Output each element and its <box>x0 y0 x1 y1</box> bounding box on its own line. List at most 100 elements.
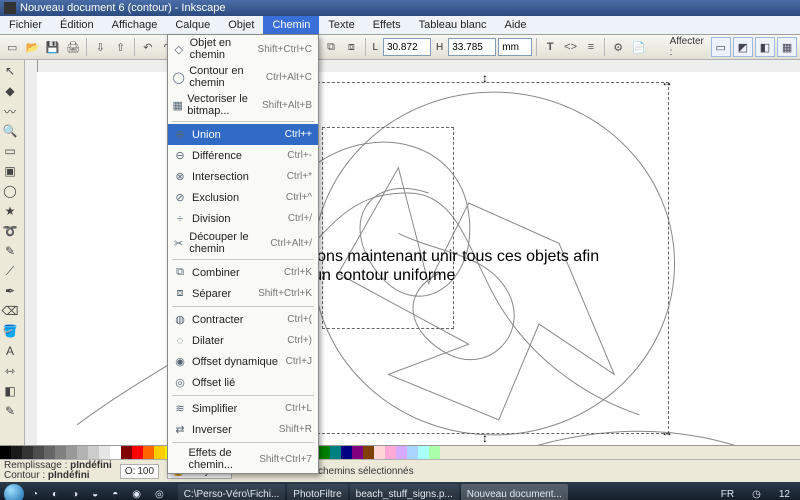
affect-corner-button[interactable]: ◩ <box>733 37 753 57</box>
color-swatch[interactable] <box>319 446 330 459</box>
text-tool-button[interactable]: T <box>541 37 559 57</box>
start-button[interactable] <box>4 484 24 500</box>
tray-icon[interactable]: ◷ <box>746 484 767 500</box>
doc-prefs-button[interactable]: 📄 <box>629 37 647 57</box>
quicklaunch-icon[interactable]: ◓ <box>106 484 124 500</box>
star-tool[interactable]: ★ <box>1 202 19 220</box>
print-button[interactable]: 🖨 <box>64 37 82 57</box>
menu-item-s-parer[interactable]: ⧈SéparerShift+Ctrl+K <box>168 283 318 304</box>
color-swatch[interactable] <box>363 446 374 459</box>
affect-pattern-button[interactable]: ▦ <box>777 37 797 57</box>
color-swatch[interactable] <box>330 446 341 459</box>
menu-effets[interactable]: Effets <box>364 16 410 34</box>
xml-button[interactable]: <> <box>561 37 579 57</box>
color-swatch[interactable] <box>110 446 121 459</box>
quicklaunch-icon[interactable]: ◑ <box>66 484 84 500</box>
select-tool[interactable]: ↖ <box>1 62 19 80</box>
menu-item-combiner[interactable]: ⧉CombinerCtrl+K <box>168 262 318 283</box>
spiral-tool[interactable]: ➰ <box>1 222 19 240</box>
duplicate-button[interactable]: ⧉ <box>322 37 340 57</box>
3dbox-tool[interactable]: ▣ <box>1 162 19 180</box>
text-tool[interactable]: A <box>1 342 19 360</box>
selection-handle[interactable]: ↔ <box>661 425 673 439</box>
import-button[interactable]: ⇩ <box>91 37 109 57</box>
quicklaunch-icon[interactable]: ◎ <box>149 484 170 500</box>
color-swatch[interactable] <box>55 446 66 459</box>
menu-item-exclusion[interactable]: ⊘ExclusionCtrl+^ <box>168 187 318 208</box>
rect-tool[interactable]: ▭ <box>1 142 19 160</box>
quicklaunch-icon[interactable]: ◉ <box>126 484 147 500</box>
bucket-tool[interactable]: 🪣 <box>1 322 19 340</box>
canvas[interactable]: ↔ ↕ ↔ ↔ ↕ ↔ nous allons maintenant unir … <box>37 72 800 445</box>
color-swatch[interactable] <box>154 446 165 459</box>
color-swatch[interactable] <box>0 446 11 459</box>
menu-item-offset-li-[interactable]: ◎Offset lié <box>168 372 318 393</box>
gradient-tool[interactable]: ◧ <box>1 382 19 400</box>
opacity-box[interactable]: O: 100 <box>120 464 159 479</box>
units-field[interactable]: mm <box>498 38 532 56</box>
menu-item-offset-dynamique[interactable]: ◉Offset dynamiqueCtrl+J <box>168 351 318 372</box>
quicklaunch-icon[interactable]: ◐ <box>46 484 64 500</box>
menu-item-division[interactable]: ÷DivisionCtrl+/ <box>168 208 318 229</box>
align-button[interactable]: ≡ <box>582 37 600 57</box>
open-button[interactable]: 📂 <box>23 37 41 57</box>
menu-item-simplifier[interactable]: ≋SimplifierCtrl+L <box>168 398 318 419</box>
menu-item-contour-en-chemin[interactable]: ◯Contour en cheminCtrl+Alt+C <box>168 63 318 91</box>
menu-tableau blanc[interactable]: Tableau blanc <box>410 16 496 34</box>
color-swatch[interactable] <box>385 446 396 459</box>
clone-button[interactable]: ⧈ <box>342 37 360 57</box>
calligraphy-tool[interactable]: ✒ <box>1 282 19 300</box>
tweak-tool[interactable]: 〰 <box>1 102 19 120</box>
taskbar-item[interactable]: C:\Perso-Véro\Fichi... <box>178 484 286 500</box>
menu-item-vectoriser-le-bitmap-[interactable]: ▦Vectoriser le bitmap...Shift+Alt+B <box>168 91 318 119</box>
menu-item-objet-en-chemin[interactable]: ◇Objet en cheminShift+Ctrl+C <box>168 35 318 63</box>
width-field[interactable]: 30.872 <box>383 38 431 56</box>
menu-item-union[interactable]: ⊕UnionCtrl++ <box>168 124 318 145</box>
selection-handle[interactable]: ↔ <box>661 75 673 89</box>
menu-texte[interactable]: Texte <box>319 16 363 34</box>
color-swatch[interactable] <box>121 446 132 459</box>
selection-handle[interactable]: ↕ <box>482 431 488 445</box>
lang-indicator[interactable]: FR <box>715 484 740 500</box>
color-swatch[interactable] <box>396 446 407 459</box>
connector-tool[interactable]: ⇿ <box>1 362 19 380</box>
menu-objet[interactable]: Objet <box>219 16 263 34</box>
menu-item-intersection[interactable]: ⊗IntersectionCtrl+* <box>168 166 318 187</box>
menu-item-dilater[interactable]: ◌DilaterCtrl+) <box>168 330 318 351</box>
export-button[interactable]: ⇧ <box>111 37 129 57</box>
menu-item-diff-rence[interactable]: ⊖DifférenceCtrl+- <box>168 145 318 166</box>
menu-item-d-couper-le-chemin[interactable]: ✂Découper le cheminCtrl+Alt+/ <box>168 229 318 257</box>
color-swatch[interactable] <box>407 446 418 459</box>
menu-fichier[interactable]: Fichier <box>0 16 51 34</box>
taskbar-item[interactable]: PhotoFiltre <box>287 484 347 500</box>
color-swatch[interactable] <box>429 446 440 459</box>
color-swatch[interactable] <box>374 446 385 459</box>
menu-chemin[interactable]: Chemin <box>263 16 319 34</box>
canvas-area[interactable]: ↔ ↕ ↔ ↔ ↕ ↔ nous allons maintenant unir … <box>25 60 800 445</box>
taskbar-item[interactable]: Nouveau document... <box>461 484 568 500</box>
pencil-tool[interactable]: ✎ <box>1 242 19 260</box>
menu-édition[interactable]: Édition <box>51 16 103 34</box>
menu-item-contracter[interactable]: ◍ContracterCtrl+( <box>168 309 318 330</box>
undo-button[interactable]: ↶ <box>139 37 157 57</box>
color-swatch[interactable] <box>132 446 143 459</box>
taskbar-item[interactable]: beach_stuff_signs.p... <box>350 484 459 500</box>
dropper-tool[interactable]: ✎ <box>1 402 19 420</box>
prefs-button[interactable]: ⚙ <box>609 37 627 57</box>
clock[interactable]: 12 <box>773 484 796 500</box>
color-swatch[interactable] <box>418 446 429 459</box>
quicklaunch-icon[interactable]: ◔ <box>26 484 44 500</box>
eraser-tool[interactable]: ⌫ <box>1 302 19 320</box>
menu-item-effets-de-chemin-[interactable]: Effets de chemin...Shift+Ctrl+7 <box>168 445 318 473</box>
node-tool[interactable]: ◆ <box>1 82 19 100</box>
menu-calque[interactable]: Calque <box>166 16 219 34</box>
ellipse-tool[interactable]: ◯ <box>1 182 19 200</box>
bezier-tool[interactable]: ⟋ <box>1 262 19 280</box>
selection-handle[interactable]: ↕ <box>482 71 488 85</box>
color-swatch[interactable] <box>88 446 99 459</box>
color-swatch[interactable] <box>44 446 55 459</box>
quicklaunch-icon[interactable]: ◒ <box>86 484 104 500</box>
new-doc-button[interactable]: ▭ <box>3 37 21 57</box>
color-swatch[interactable] <box>33 446 44 459</box>
color-swatch[interactable] <box>22 446 33 459</box>
